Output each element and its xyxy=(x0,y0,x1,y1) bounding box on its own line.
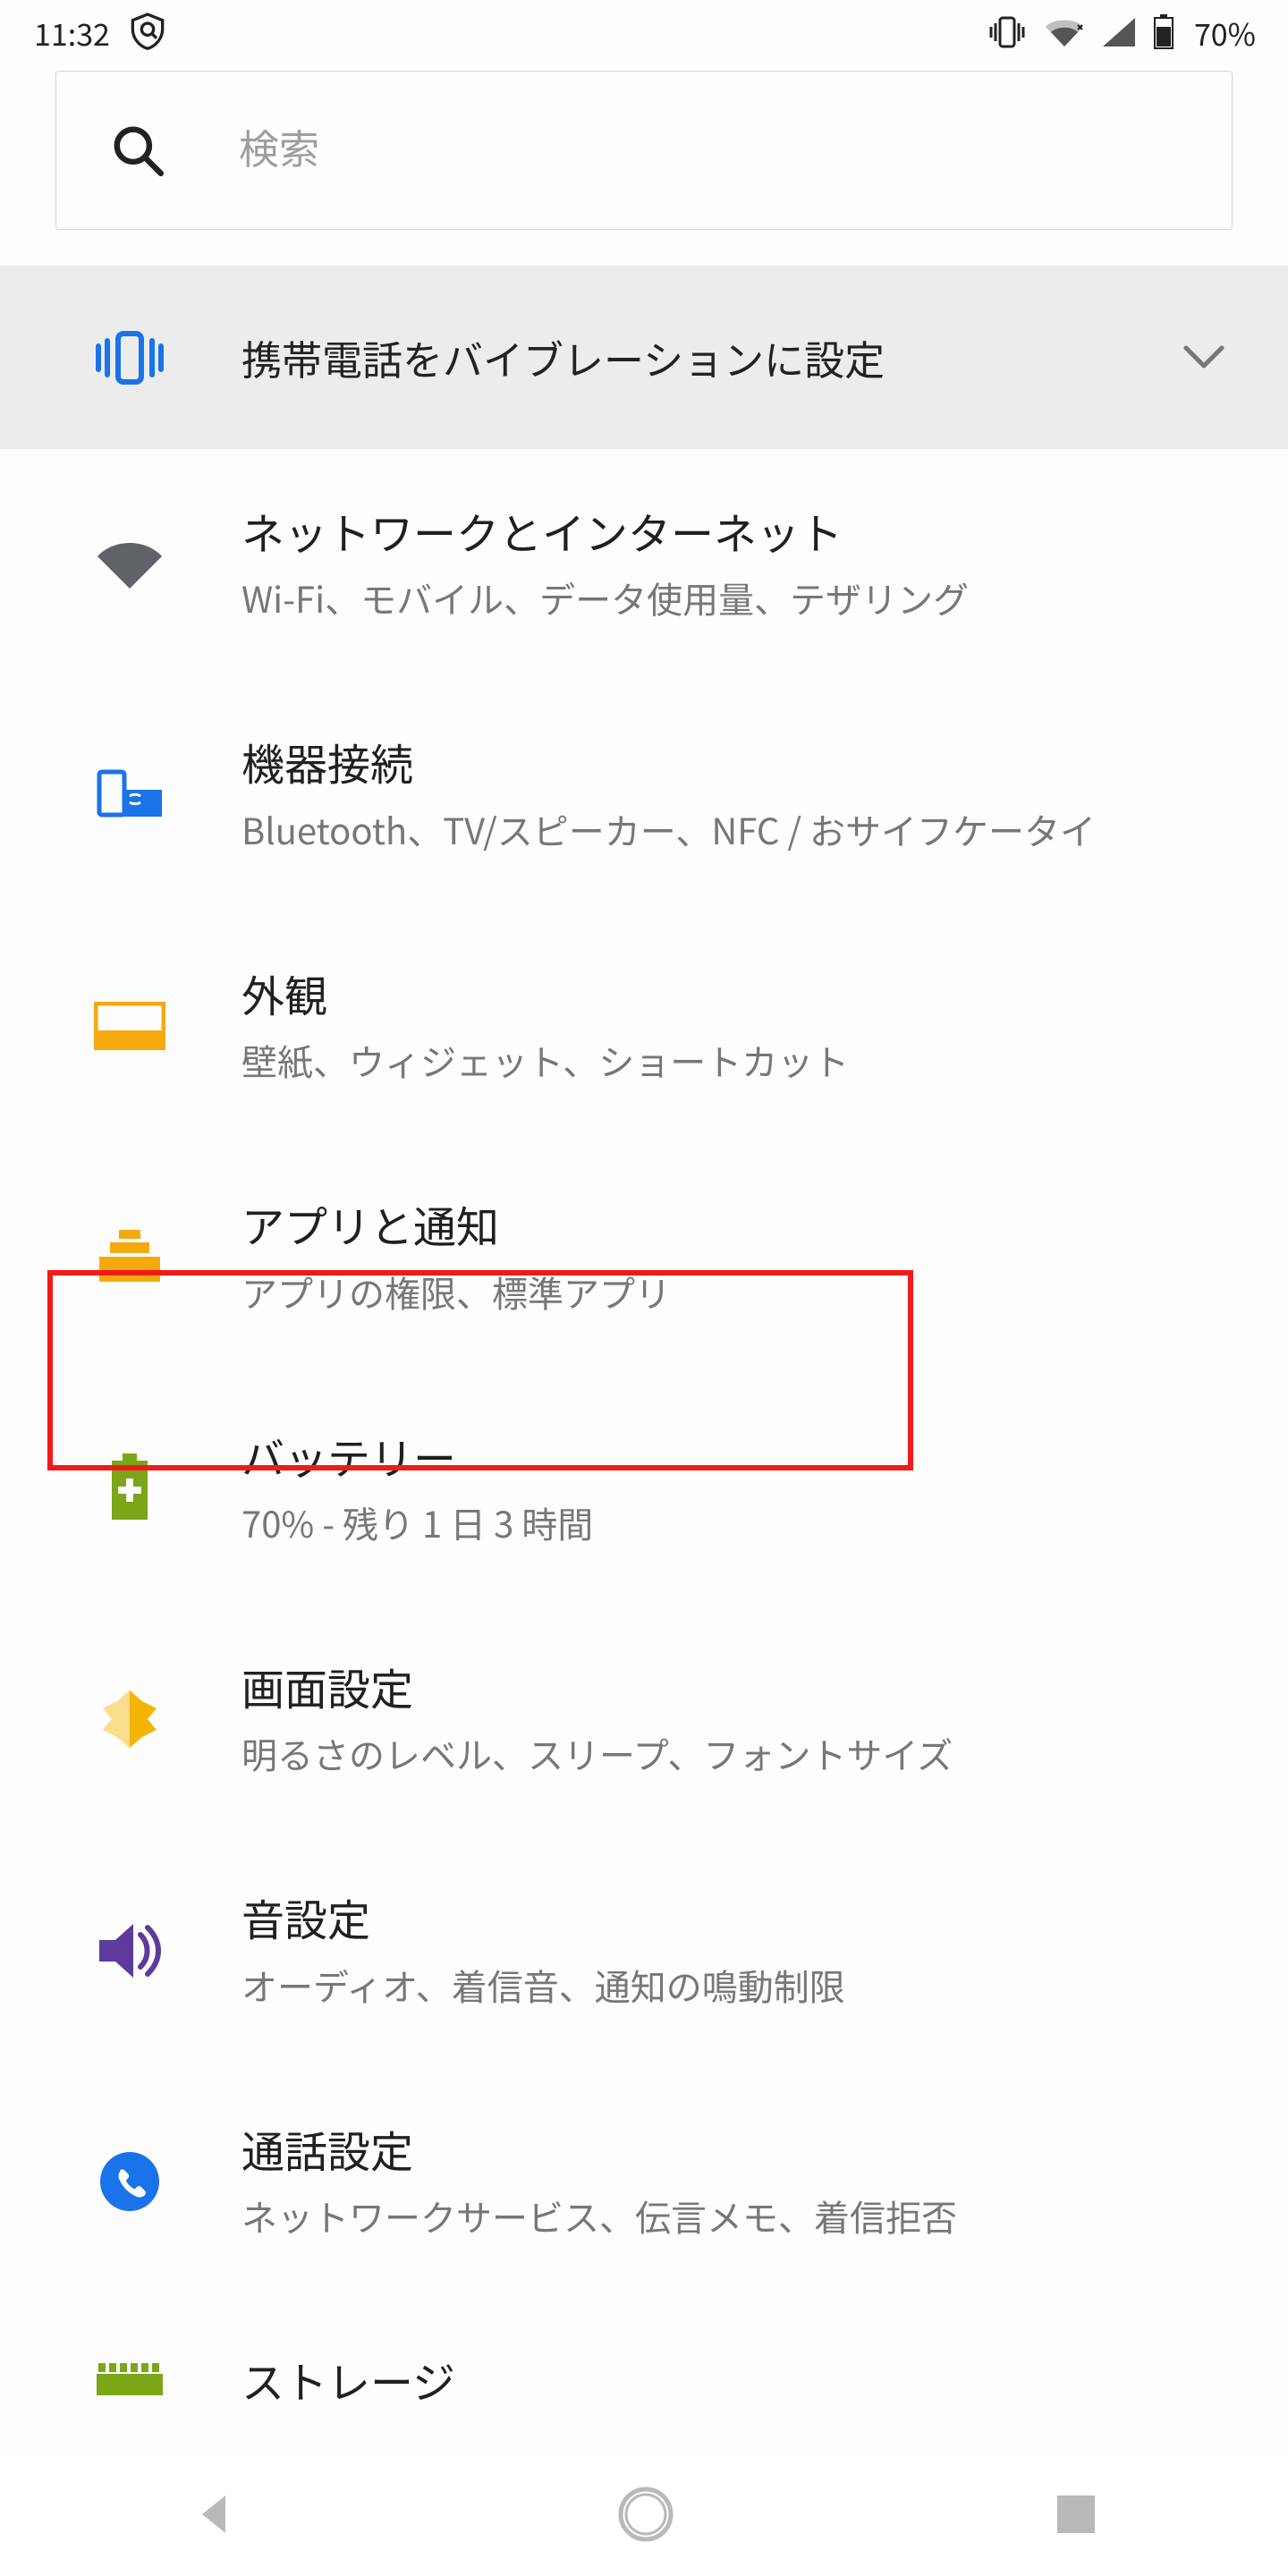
connected-devices-icon xyxy=(85,768,174,822)
settings-item-subtitle: 明るさのレベル、スリープ、フォントサイズ xyxy=(242,1726,1190,1780)
settings-item-battery[interactable]: バッテリー 70% - 残り 1 日 3 時間 xyxy=(0,1374,1288,1605)
shield-icon xyxy=(130,13,165,52)
sound-icon xyxy=(85,1922,174,1979)
settings-item-apps-notifications[interactable]: アプリと通知 アプリの権限、標準アプリ xyxy=(0,1142,1288,1373)
settings-item-storage[interactable]: ストレージ xyxy=(0,2298,1288,2407)
chevron-down-icon[interactable] xyxy=(1182,344,1225,371)
settings-item-title: アプリと通知 xyxy=(242,1196,1240,1251)
settings-item-subtitle: 壁紙、ウィジェット、ショートカット xyxy=(242,1033,1190,1087)
nav-back-icon[interactable] xyxy=(190,2490,238,2538)
vibrate-icon xyxy=(987,15,1028,49)
settings-item-title: 外観 xyxy=(242,965,1240,1021)
hint-vibrate-row[interactable]: 携帯電話をバイブレーションに設定 xyxy=(0,266,1288,449)
settings-item-subtitle: 70% - 残り 1 日 3 時間 xyxy=(242,1496,1190,1549)
wifi-icon xyxy=(85,537,174,590)
settings-item-title: 画面設定 xyxy=(242,1658,1240,1714)
battery-icon xyxy=(85,1453,174,1523)
settings-item-connected-devices[interactable]: 機器接続 Bluetooth、TV/スピーカー、NFC / おサイフケータイ xyxy=(0,680,1288,911)
status-bar: 11:32 70% xyxy=(0,0,1288,64)
status-time: 11:32 xyxy=(34,11,110,55)
settings-item-sound[interactable]: 音設定 オーディオ、着信音、通知の鳴動制限 xyxy=(0,1835,1288,2066)
battery-status-icon xyxy=(1153,14,1174,50)
settings-item-title: バッテリー xyxy=(242,1428,1240,1483)
nav-recent-icon[interactable] xyxy=(1054,2492,1098,2537)
apps-icon xyxy=(85,1228,174,1285)
settings-item-title: 通話設定 xyxy=(242,2121,1240,2176)
settings-item-title: ネットワークとインターネット xyxy=(242,503,1240,558)
hint-vibrate-label: 携帯電話をバイブレーションに設定 xyxy=(174,328,1182,386)
vibrate-icon xyxy=(85,326,174,389)
storage-icon xyxy=(85,2361,174,2397)
settings-item-subtitle: ネットワークサービス、伝言メモ、着信拒否 xyxy=(242,2189,1190,2242)
settings-item-appearance[interactable]: 外観 壁紙、ウィジェット、ショートカット xyxy=(0,911,1288,1142)
battery-percent: 70% xyxy=(1194,11,1256,55)
settings-item-title: 音設定 xyxy=(242,1889,1240,1945)
search-bar[interactable] xyxy=(55,71,1233,230)
signal-icon xyxy=(1101,16,1137,48)
settings-item-display[interactable]: 画面設定 明るさのレベル、スリープ、フォントサイズ xyxy=(0,1605,1288,1835)
phone-icon xyxy=(85,2150,174,2213)
appearance-icon xyxy=(85,1002,174,1050)
settings-item-title: ストレージ xyxy=(242,2351,1240,2407)
search-input[interactable] xyxy=(239,127,1232,174)
search-icon xyxy=(110,123,165,178)
nav-bar xyxy=(0,2453,1288,2576)
settings-item-network[interactable]: ネットワークとインターネット Wi‑Fi、モバイル、データ使用量、テザリング xyxy=(0,449,1288,680)
settings-item-subtitle: Wi‑Fi、モバイル、データ使用量、テザリング xyxy=(242,571,1190,624)
wifi-status-icon xyxy=(1044,16,1085,48)
settings-item-subtitle: アプリの権限、標準アプリ xyxy=(242,1265,1190,1318)
nav-home-icon[interactable] xyxy=(616,2485,675,2544)
settings-item-call[interactable]: 通話設定 ネットワークサービス、伝言メモ、着信拒否 xyxy=(0,2067,1288,2298)
settings-item-title: 機器接続 xyxy=(242,733,1240,789)
settings-item-subtitle: オーディオ、着信音、通知の鳴動制限 xyxy=(242,1958,1190,2012)
settings-item-subtitle: Bluetooth、TV/スピーカー、NFC / おサイフケータイ xyxy=(242,802,1190,856)
display-icon xyxy=(85,1687,174,1751)
